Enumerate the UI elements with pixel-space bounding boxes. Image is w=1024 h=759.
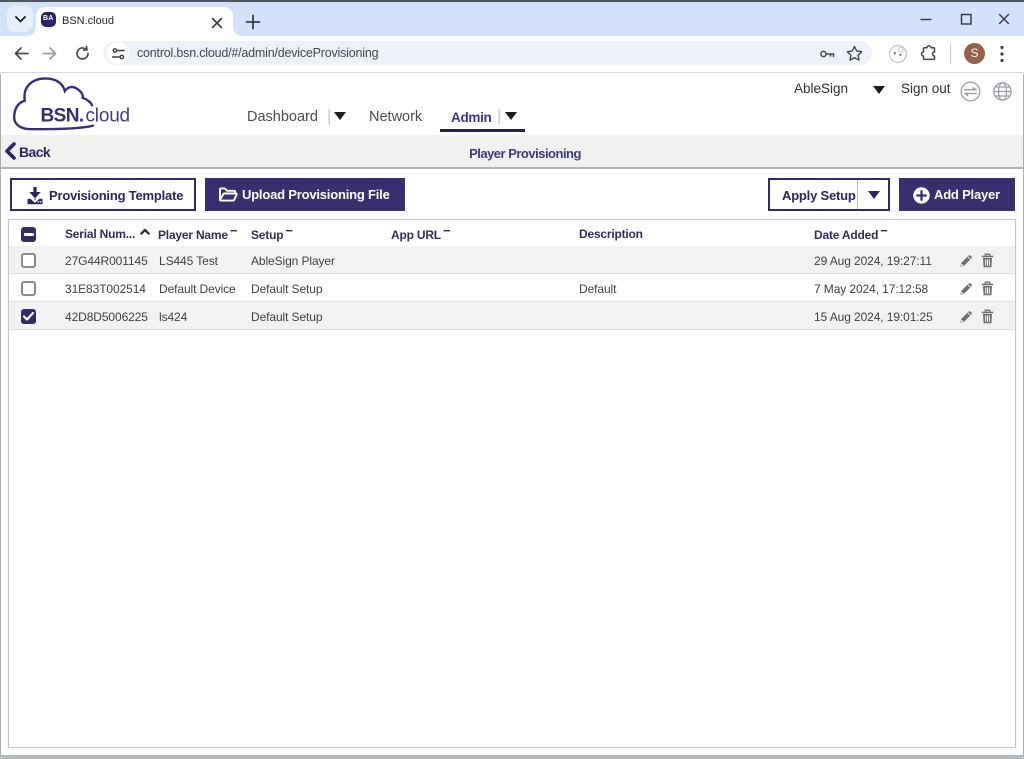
svg-text:cloud: cloud: [86, 106, 130, 127]
svg-text:BSN.: BSN.: [41, 106, 84, 127]
